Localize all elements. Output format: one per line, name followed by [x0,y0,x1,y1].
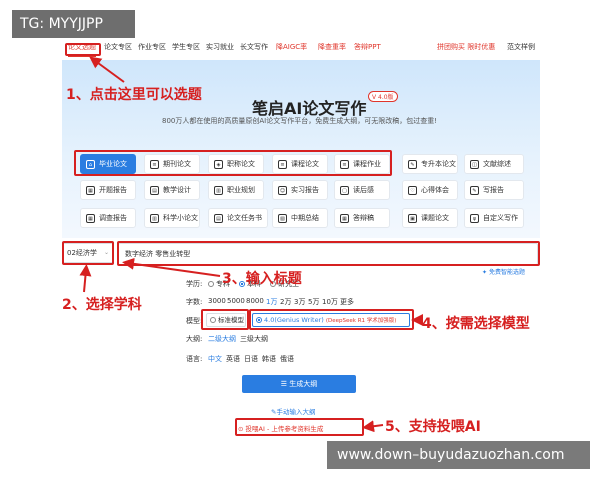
review-icon: ◫ [470,159,479,169]
highlight-title [117,241,540,266]
nav-item-reduce-dup[interactable]: 降查重率 [318,42,346,52]
radio-icon [208,281,214,287]
lang-option-chinese[interactable]: 中文 [208,354,222,364]
hero-subtitle: 800万人都在使用的高质量原创AI论文写作平台，免费生成大纲，可无限改稿，包过查… [162,117,438,125]
nav-item-longform[interactable]: 长文写作 [240,42,268,52]
words-option[interactable]: 5万 [308,297,319,307]
nav-item-reduce-aigc[interactable]: 降AIGC率 [276,42,307,52]
cat-research-paper[interactable]: ▣ 课题论文 [402,208,458,228]
highlight-subject [62,241,114,265]
outline-option-two-level[interactable]: 二级大纲 [208,334,236,344]
nav-item-samples[interactable]: 范文样例 [507,42,535,52]
language-label: 语言: [186,355,203,363]
annotation-5: 5、支持投喂AI [385,419,481,435]
arrow-5 [362,420,384,433]
task-icon: ▤ [214,213,223,223]
grid-icon: ▦ [86,213,95,223]
heart-icon: ♡ [408,185,417,195]
lang-option-korean[interactable]: 韩语 [262,354,276,364]
outline-label: 大纲: [186,335,203,343]
user-icon: ☺ [278,185,287,195]
highlight-standard-model [201,309,249,330]
watermark-bottom: www.down–buyudazuozhan.com [327,441,590,469]
cat-defense-script[interactable]: ▦ 答辩稿 [334,208,390,228]
research-icon: ▣ [408,213,417,223]
outline-option-three-level[interactable]: 三级大纲 [240,334,268,344]
words-option[interactable]: 8000 [246,297,264,305]
highlight-ai-feed [235,418,364,436]
list-icon: ☰ [280,380,290,388]
career-icon: ▥ [214,185,223,195]
words-option[interactable]: 5000 [227,297,245,305]
watermark-top: TG: MYYJJPP [12,10,135,38]
annotation-3: 3、输入标题 [222,271,302,287]
words-label: 字数: [186,298,203,306]
words-option-selected[interactable]: 1万 [266,297,277,307]
nav-item-student[interactable]: 学生专区 [172,42,200,52]
cat-literature-review[interactable]: ◫ 文献综述 [464,154,524,174]
nav-item-group-buy[interactable]: 拼团购买 限时优惠 [437,42,495,52]
script-icon: ▦ [340,213,349,223]
words-option[interactable]: 3万 [294,297,305,307]
cat-teaching-design[interactable]: ▤ 教学设计 [144,180,200,200]
lang-option-english[interactable]: 英语 [226,354,240,364]
book-icon: ▢ [340,185,349,195]
edit-icon: ✎ [408,159,417,169]
cat-upgrade-thesis[interactable]: ✎ 专升本论文 [402,154,458,174]
cat-proposal[interactable]: ▦ 开题报告 [80,180,136,200]
cat-career-plan[interactable]: ▥ 职业规划 [208,180,264,200]
cat-reading-notes[interactable]: ▢ 读后感 [334,180,390,200]
words-option[interactable]: 3000 [208,297,226,305]
screenshot-stage: { "watermark": { "top": "TG: MYYJJPP", "… [0,0,600,480]
highlight-topic-nav [65,43,101,56]
words-option[interactable]: 10万 [322,297,338,307]
words-option[interactable]: 2万 [280,297,291,307]
tools-icon: ψ [470,213,479,223]
nav-active-underline [68,56,96,57]
nav-item-homework[interactable]: 作业专区 [138,42,166,52]
chart-icon: ▧ [278,213,287,223]
nav-item-ppt[interactable]: 答辩PPT [354,42,381,52]
lang-option-japanese[interactable]: 日语 [244,354,258,364]
cat-custom-writing[interactable]: ψ 自定义写作 [464,208,524,228]
nav-item-internship[interactable]: 实习就业 [206,42,234,52]
teach-icon: ▤ [150,185,159,195]
cat-reflections[interactable]: ♡ 心得体会 [402,180,458,200]
cat-midterm-summary[interactable]: ▧ 中期总结 [272,208,328,228]
grid-icon: ▦ [86,185,95,195]
flask-icon: ▥ [150,213,159,223]
words-option-more[interactable]: 更多 [340,297,354,307]
lang-option-russian[interactable]: 俄语 [280,354,294,364]
model-label: 模型: [186,317,203,325]
generate-outline-button[interactable]: ☰ 生成大纲 [242,375,356,393]
version-badge: V 4.0版 [368,91,398,102]
arrow-2 [79,264,92,293]
highlight-genius-model [249,309,414,330]
annotation-4: 4、按需选择模型 [422,316,530,332]
nav-item-thesis[interactable]: 论文专区 [104,42,132,52]
cat-survey-report[interactable]: ▦ 调查报告 [80,208,136,228]
cat-task-book[interactable]: ▤ 论文任务书 [208,208,268,228]
cat-science-paper[interactable]: ▥ 科学小论文 [144,208,200,228]
annotation-2: 2、选择学科 [62,297,142,313]
highlight-category-row [74,150,392,176]
pen-icon: ✎ [470,185,479,195]
edu-label: 学历: [186,280,203,288]
annotation-1: 1、点击这里可以选题 [66,87,202,103]
cat-internship-report[interactable]: ☺ 实习报告 [272,180,328,200]
manual-outline-link[interactable]: ✎手动输入大纲 [271,406,315,416]
cat-write-report[interactable]: ✎ 写报告 [464,180,524,200]
top-nav: 论文选题 论文专区 作业专区 学生专区 实习就业 长文写作 降AIGC率 降查重… [62,42,540,58]
free-topic-link[interactable]: ✦ 免费智能选题 [482,267,525,276]
bulb-icon: ✦ [482,269,489,276]
